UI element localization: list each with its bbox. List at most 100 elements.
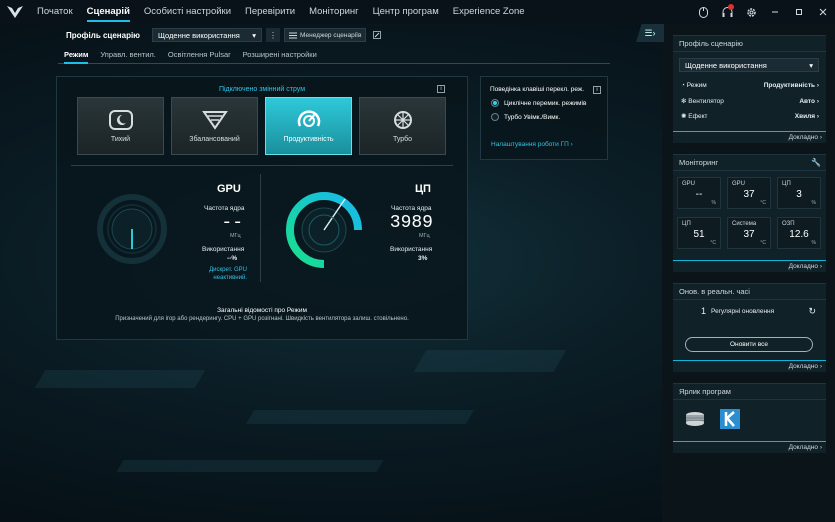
cpu-frequency-unit: МГц [419, 233, 430, 239]
edit-icon[interactable] [370, 28, 384, 42]
updates-summary: 1 Регулярні оновлення [701, 306, 774, 316]
minimize-icon[interactable] [763, 0, 787, 24]
restore-icon[interactable] [787, 0, 811, 24]
tab-app-center[interactable]: Центр програм [366, 0, 446, 24]
hotkey-panel: Поведінка клавіші перекл. реж. i Циклічн… [480, 76, 608, 160]
mode-turbo-button[interactable]: Турбо [359, 97, 446, 155]
details-link[interactable]: Докладно › [789, 134, 822, 141]
mode-balanced-label: Збалансований [189, 136, 240, 143]
top-bar: Початок Сценарій Особисті настройки Пере… [0, 0, 835, 24]
gpu-usage-label: Використання [202, 246, 245, 253]
hotkey-option-cycle[interactable]: Циклічне перемик. режимів [491, 99, 586, 107]
sidebar-toggle-icon[interactable]: ☰› [636, 24, 664, 42]
subtab-advanced-settings[interactable]: Розширені настройки [237, 48, 323, 63]
mode-info-title: Загальні відомості про Режим [217, 307, 307, 314]
gpu-gauge [97, 194, 167, 264]
radio-unselected [491, 113, 499, 121]
mode-performance-button[interactable]: Продуктивність [265, 97, 352, 155]
cpu-frequency-label: Частота ядра [391, 205, 432, 212]
details-link[interactable]: Докладно › [789, 444, 822, 451]
tab-monitoring[interactable]: Моніторинг [302, 0, 366, 24]
cpu-usage-label: Використання [390, 246, 433, 253]
info-icon[interactable]: i [437, 85, 445, 93]
sidebar-monitoring-card: Моніторинг 🔧 GPU --% GPU 37 °C ЦП 3% ЦП 51 °C … [673, 154, 826, 272]
sidebar-row-effect[interactable]: ✺ Ефект Хвиля › [681, 112, 819, 121]
mode-info-description: Призначений для ігор або рендерингу. CPU… [115, 316, 409, 322]
profile-label: Профіль сценарію [66, 30, 141, 40]
mouse-icon[interactable] [691, 0, 715, 24]
monitor-tile-gpu-usage: GPU --% [677, 177, 721, 209]
profile-select[interactable]: Щоденне використання ▾ [152, 28, 263, 42]
predator-logo-icon [0, 0, 30, 24]
cpu-gauge [286, 192, 362, 268]
gpu-status-note: Дискрет. GPU неактивний. [209, 267, 247, 281]
sidebar-row-fan[interactable]: ✻ Вентилятор Авто › [681, 97, 819, 106]
background-decoration [0, 330, 662, 522]
divider [260, 174, 261, 282]
sidebar-profile-card: Профіль сценарію Щоденне використання ▾ … [673, 35, 826, 143]
performance-icon [297, 110, 320, 127]
details-link[interactable]: Докладно › [789, 263, 822, 270]
tab-experience-zone[interactable]: Experience Zone [446, 0, 532, 24]
wrench-icon[interactable]: 🔧 [811, 158, 821, 167]
monitor-tile-cpu-usage: ЦП 3% [777, 177, 821, 209]
gpu-title: GPU [217, 183, 241, 195]
mode-selector: Тихий Збалансований Продуктивність Турбо [77, 97, 446, 155]
subtab-fan-control[interactable]: Управл. вентил. [94, 48, 162, 63]
cpu-usage-value: 3% [418, 255, 428, 262]
profile-row: Профіль сценарію Щоденне використання ▾ … [54, 28, 384, 42]
update-all-button[interactable]: Оновити все [685, 337, 813, 352]
refresh-icon[interactable]: ↻ [808, 306, 816, 317]
gpu-usage-value: --% [227, 255, 238, 262]
list-icon [289, 32, 298, 38]
details-link[interactable]: Докладно › [789, 363, 822, 370]
main-nav: Початок Сценарій Особисті настройки Пере… [30, 0, 532, 24]
quiet-icon [108, 110, 133, 130]
notification-dot [728, 4, 734, 10]
tab-personal-settings[interactable]: Особисті настройки [137, 0, 238, 24]
radio-selected [491, 99, 499, 107]
turbo-icon [393, 111, 412, 129]
balanced-icon [201, 111, 228, 130]
hotkey-title: Поведінка клавіші перекл. реж. [490, 86, 585, 93]
window-controls [691, 0, 835, 24]
updates-count: 1 [701, 306, 707, 316]
cpu-frequency-value: 3989 [389, 213, 433, 233]
gpu-frequency-label: Частота ядра [204, 205, 245, 212]
sidebar-row-mode[interactable]: ◔ Режим Продуктивність › [681, 82, 819, 89]
tab-start[interactable]: Початок [30, 0, 80, 24]
gpu-settings-link[interactable]: Налаштування роботи ГП › [491, 141, 573, 148]
mode-panel: Підключено змінний струм i Тихий Збаланс… [56, 76, 468, 340]
more-options-icon[interactable]: ⋮ [266, 28, 281, 42]
hotkey-option-turbo[interactable]: Турбо Увімк./Вимк. [491, 113, 560, 121]
monitor-tile-gpu-temp: GPU 37 °C [727, 177, 771, 209]
chevron-down-icon: ▾ [252, 30, 257, 40]
power-source-label: Підключено змінний струм [218, 86, 306, 93]
sub-tabs: Режим Управл. вентил. Освітлення Pulsar … [58, 48, 610, 64]
tab-check[interactable]: Перевірити [238, 0, 302, 24]
close-icon[interactable] [811, 0, 835, 24]
storage-app-icon[interactable] [685, 409, 705, 429]
divider [71, 165, 453, 166]
mode-balanced-button[interactable]: Збалансований [171, 97, 258, 155]
monitor-tile-cpu-temp: ЦП 51 °C [677, 217, 721, 249]
mode-quiet-label: Тихий [110, 136, 131, 143]
info-icon[interactable]: i [593, 86, 601, 94]
hotkey-option-turbo-label: Турбо Увімк./Вимк. [504, 113, 561, 121]
hotkey-option-cycle-label: Циклічне перемик. режимів [504, 99, 587, 107]
sidebar-profile-header: Профіль сценарію [673, 36, 826, 52]
sidebar-updates-header: Онов. в реальн. часі [673, 284, 826, 300]
sidebar-shortcuts-card: Ярлик програм Докладно › [673, 383, 826, 453]
killer-app-icon[interactable] [720, 409, 740, 429]
sidebar-updates-card: Онов. в реальн. часі 1 Регулярні оновлен… [673, 283, 826, 372]
monitor-tile-ram-usage: ОЗП 12.6% [777, 217, 821, 249]
subtab-pulsar-lighting[interactable]: Освітлення Pulsar [162, 48, 237, 63]
mode-quiet-button[interactable]: Тихий [77, 97, 164, 155]
scenario-manager-button[interactable]: Менеджер сценаріїв [284, 28, 367, 42]
gpu-frequency-value: -- [221, 213, 243, 233]
headset-icon[interactable] [715, 0, 739, 24]
sidebar-profile-select[interactable]: Щоденне використання ▾ [679, 58, 819, 72]
subtab-mode[interactable]: Режим [58, 48, 94, 64]
settings-gear-icon[interactable] [739, 0, 763, 24]
tab-scenario[interactable]: Сценарій [80, 0, 137, 24]
